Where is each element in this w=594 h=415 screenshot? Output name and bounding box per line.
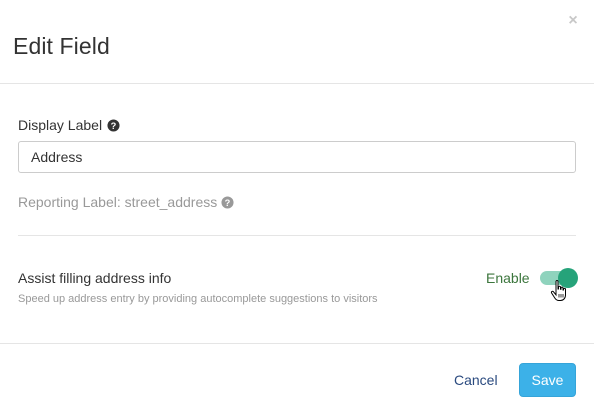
- dialog-title: Edit Field: [13, 33, 110, 59]
- save-button[interactable]: Save: [519, 363, 576, 397]
- edit-field-dialog: Edit Field × Display Label ? Reporting L…: [0, 0, 594, 415]
- assist-description: Speed up address entry by providing auto…: [18, 293, 378, 305]
- svg-text:?: ?: [111, 120, 117, 130]
- cancel-button[interactable]: Cancel: [446, 369, 506, 391]
- assist-toggle[interactable]: [540, 268, 578, 288]
- toggle-knob: [558, 268, 578, 288]
- question-circle-icon[interactable]: ?: [221, 195, 234, 209]
- dialog-header: Edit Field ×: [0, 0, 594, 84]
- svg-text:?: ?: [225, 197, 231, 207]
- close-icon[interactable]: ×: [566, 12, 580, 30]
- section-divider: [18, 235, 576, 236]
- enable-label: Enable: [486, 270, 530, 286]
- question-circle-icon[interactable]: ?: [107, 118, 120, 132]
- display-label-text: Display Label: [18, 117, 103, 133]
- assist-title: Assist filling address info: [18, 270, 172, 286]
- reporting-label-text: Reporting Label: street_address: [18, 194, 218, 210]
- display-label-heading: Display Label ?: [18, 116, 120, 134]
- reporting-label: Reporting Label: street_address ?: [18, 193, 234, 211]
- display-label-input[interactable]: [18, 141, 576, 173]
